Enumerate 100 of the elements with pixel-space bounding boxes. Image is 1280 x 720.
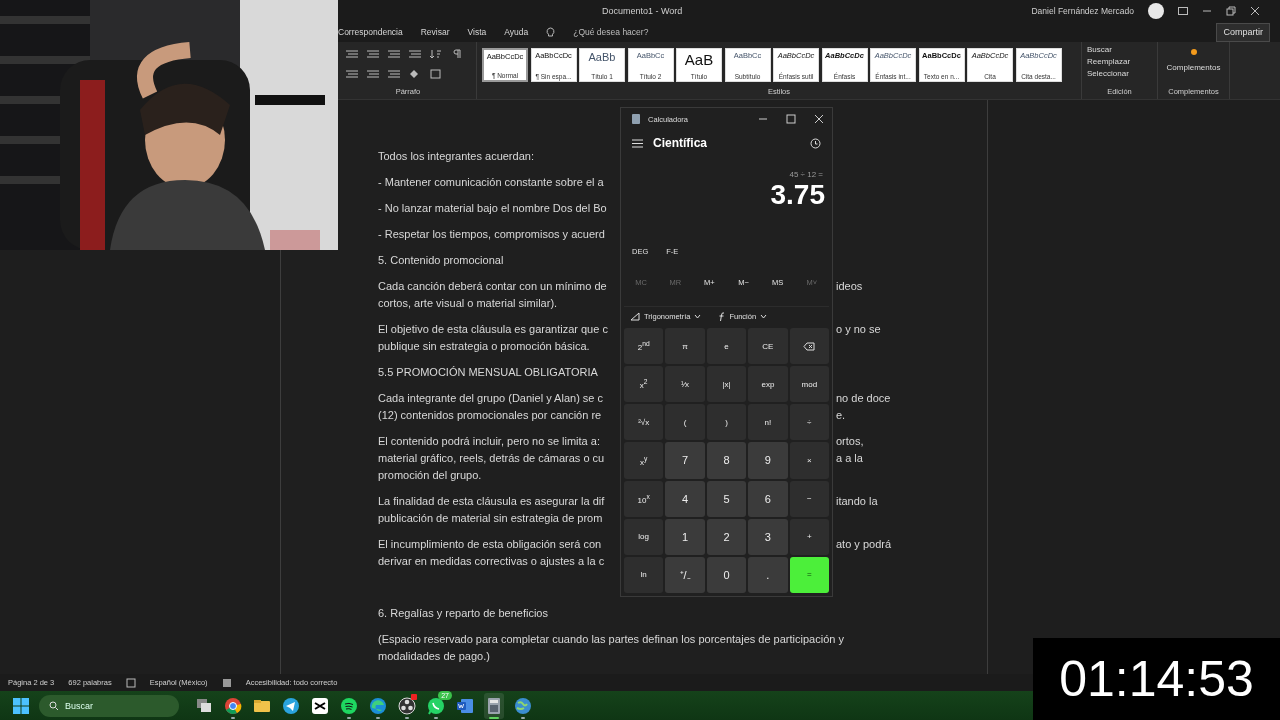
document-text: - No lanzar material bajo el nombre Dos del Bo bbox=[378, 201, 607, 217]
calculator-key[interactable]: − bbox=[789, 480, 829, 517]
search-field[interactable]: Buscar bbox=[39, 694, 179, 717]
document-text: 5. Contenido promocional bbox=[378, 253, 504, 269]
document-text: Cada integrante del grupo (Daniel y Alan) se c bbox=[378, 391, 604, 407]
document-text: El incumplimiento de esta obligación será con bbox=[378, 537, 602, 553]
editing-command[interactable]: Reemplazar bbox=[1087, 56, 1152, 66]
calculator-key[interactable]: ²√x bbox=[624, 404, 664, 441]
calculator-key[interactable]: π bbox=[665, 328, 705, 365]
document-text: - Respetar los tiempos, compromisos y acuerd bbox=[378, 227, 605, 243]
document-text: - Mantener comunicación constante sobre el a bbox=[378, 175, 604, 191]
document-text: e. bbox=[836, 408, 846, 424]
menu-tab[interactable]: Vista bbox=[467, 27, 487, 38]
calculator-key[interactable]: mod bbox=[789, 366, 829, 403]
chevron-down-icon bbox=[694, 314, 702, 319]
tell-me-field[interactable]: ¿Qué desea hacer? bbox=[573, 27, 649, 38]
document-text: ideos bbox=[836, 279, 863, 295]
calculator-key[interactable]: 9 bbox=[748, 442, 788, 479]
document-text: El objetivo de esta cláusula es garantizar que c bbox=[378, 322, 608, 338]
calculator-key[interactable]: 8 bbox=[706, 442, 747, 479]
document-text: ortos, bbox=[836, 434, 864, 450]
addins-button[interactable]: Complementos bbox=[1166, 62, 1221, 72]
calculator-key[interactable]: . bbox=[748, 556, 788, 593]
document-text: La finalidad de esta cláusula es asegurar la dif bbox=[378, 494, 605, 510]
document-text: material gráfico, reels, detrás de cámaras o cu bbox=[378, 451, 605, 467]
indent-icon bbox=[387, 48, 401, 59]
calculator-key[interactable]: x$^{y}$ bbox=[624, 442, 664, 479]
calculator-key[interactable]: 5 bbox=[706, 480, 747, 517]
list-icon bbox=[366, 48, 380, 59]
calculator-key[interactable]: |x| bbox=[706, 366, 747, 403]
calculator-key[interactable]: log bbox=[624, 518, 664, 555]
document-text: cortos, arte visual o material similar). bbox=[378, 296, 558, 312]
calculator-key[interactable]: ( bbox=[665, 404, 705, 441]
align-icon bbox=[345, 68, 359, 79]
avatar[interactable] bbox=[1148, 3, 1164, 20]
calculator-key[interactable]: exp bbox=[748, 366, 788, 403]
editing-command[interactable]: Seleccionar bbox=[1087, 68, 1152, 78]
calculator-key[interactable]: ) bbox=[706, 404, 747, 441]
calculator-key[interactable]: × bbox=[789, 442, 829, 479]
backspace-button[interactable] bbox=[789, 328, 829, 365]
calculator-key[interactable]: ⁺/₋ bbox=[665, 556, 705, 593]
alert-badge bbox=[411, 693, 417, 700]
calculator-key[interactable]: ¹⁄x bbox=[665, 366, 705, 403]
document-text: ato y podrá bbox=[836, 537, 892, 553]
document-text: a a la bbox=[836, 451, 863, 467]
style-sample: AaBb bbox=[588, 51, 616, 63]
windows-start-icon bbox=[12, 696, 30, 715]
calculator-key[interactable]: 10$^{x}$ bbox=[624, 480, 664, 517]
document-text: derivar en medidas correctivas o ajustes a la c bbox=[378, 554, 605, 570]
expression: 45 ÷ 12 = bbox=[789, 170, 823, 179]
function-icon bbox=[719, 311, 726, 322]
document-text: promoción del grupo. bbox=[378, 468, 482, 484]
document-text: itando la bbox=[836, 494, 878, 510]
pilcrow-icon bbox=[450, 48, 464, 59]
calculator-key[interactable]: 2$^{nd}$ bbox=[624, 328, 664, 365]
calculator-key[interactable]: = bbox=[789, 556, 829, 593]
menu-icon bbox=[632, 138, 643, 148]
menu-tab[interactable]: Ayuda bbox=[504, 27, 529, 38]
calculator-key[interactable]: 0 bbox=[706, 556, 747, 593]
chat-bubble-icon bbox=[427, 696, 445, 715]
document-text: modalidades de pago.) bbox=[378, 649, 490, 665]
calculator-key[interactable]: 7 bbox=[665, 442, 705, 479]
calculator-key[interactable]: n! bbox=[748, 404, 788, 441]
menu-tab[interactable]: Correspondencia bbox=[338, 27, 403, 38]
calculator-key[interactable]: 3 bbox=[748, 518, 788, 555]
menu-tab[interactable]: Revisar bbox=[420, 27, 450, 38]
calculator-key[interactable]: 2 bbox=[706, 518, 747, 555]
word-icon bbox=[456, 696, 474, 715]
calculator-key[interactable]: 6 bbox=[748, 480, 788, 517]
document-text: Todos los integrantes acuerdan: bbox=[378, 149, 534, 165]
calculator-key[interactable]: e bbox=[706, 328, 747, 365]
globe-icon bbox=[514, 696, 532, 715]
editing-command[interactable]: Buscar bbox=[1087, 44, 1152, 54]
triangle-icon bbox=[630, 312, 640, 321]
indent-icon bbox=[408, 48, 422, 59]
document-text: publique sin estrategia o promoción básica. bbox=[378, 339, 590, 355]
close-icon bbox=[1250, 6, 1260, 17]
calculator-key[interactable]: 4 bbox=[665, 480, 705, 517]
restore-icon bbox=[1226, 6, 1236, 17]
history-icon bbox=[810, 137, 821, 149]
document-text: (12) contenidos promocionales por canción re bbox=[378, 408, 602, 424]
calculator-key[interactable]: 1 bbox=[665, 518, 705, 555]
calculator-key[interactable]: + bbox=[789, 518, 829, 555]
list-icon bbox=[345, 48, 359, 59]
timer-text: 01:14:53 bbox=[1059, 650, 1254, 708]
document-text: o y no se bbox=[836, 322, 881, 338]
document-text: El contenido podrá incluir, pero no se limita a: bbox=[378, 434, 600, 450]
backspace-icon bbox=[803, 341, 816, 351]
document-text: Cada canción deberá contar con un mínimo de bbox=[378, 279, 607, 295]
calculator-key[interactable]: ÷ bbox=[789, 404, 829, 441]
calculator-key[interactable]: x$^{2}$ bbox=[624, 366, 664, 403]
window-title: Documento1 - Word bbox=[602, 6, 683, 16]
style-sample: AaB bbox=[684, 51, 714, 67]
sort-icon bbox=[429, 48, 443, 59]
result-display: 3.75 bbox=[770, 179, 825, 211]
user-name: Daniel Fernández Mercado bbox=[1031, 6, 1134, 17]
document-text: publicación de material sin estrategia de prom bbox=[378, 511, 603, 527]
calculator-key[interactable]: ln bbox=[624, 556, 664, 593]
chevron-down-icon bbox=[760, 314, 768, 319]
calculator-key[interactable]: CE bbox=[748, 328, 788, 365]
